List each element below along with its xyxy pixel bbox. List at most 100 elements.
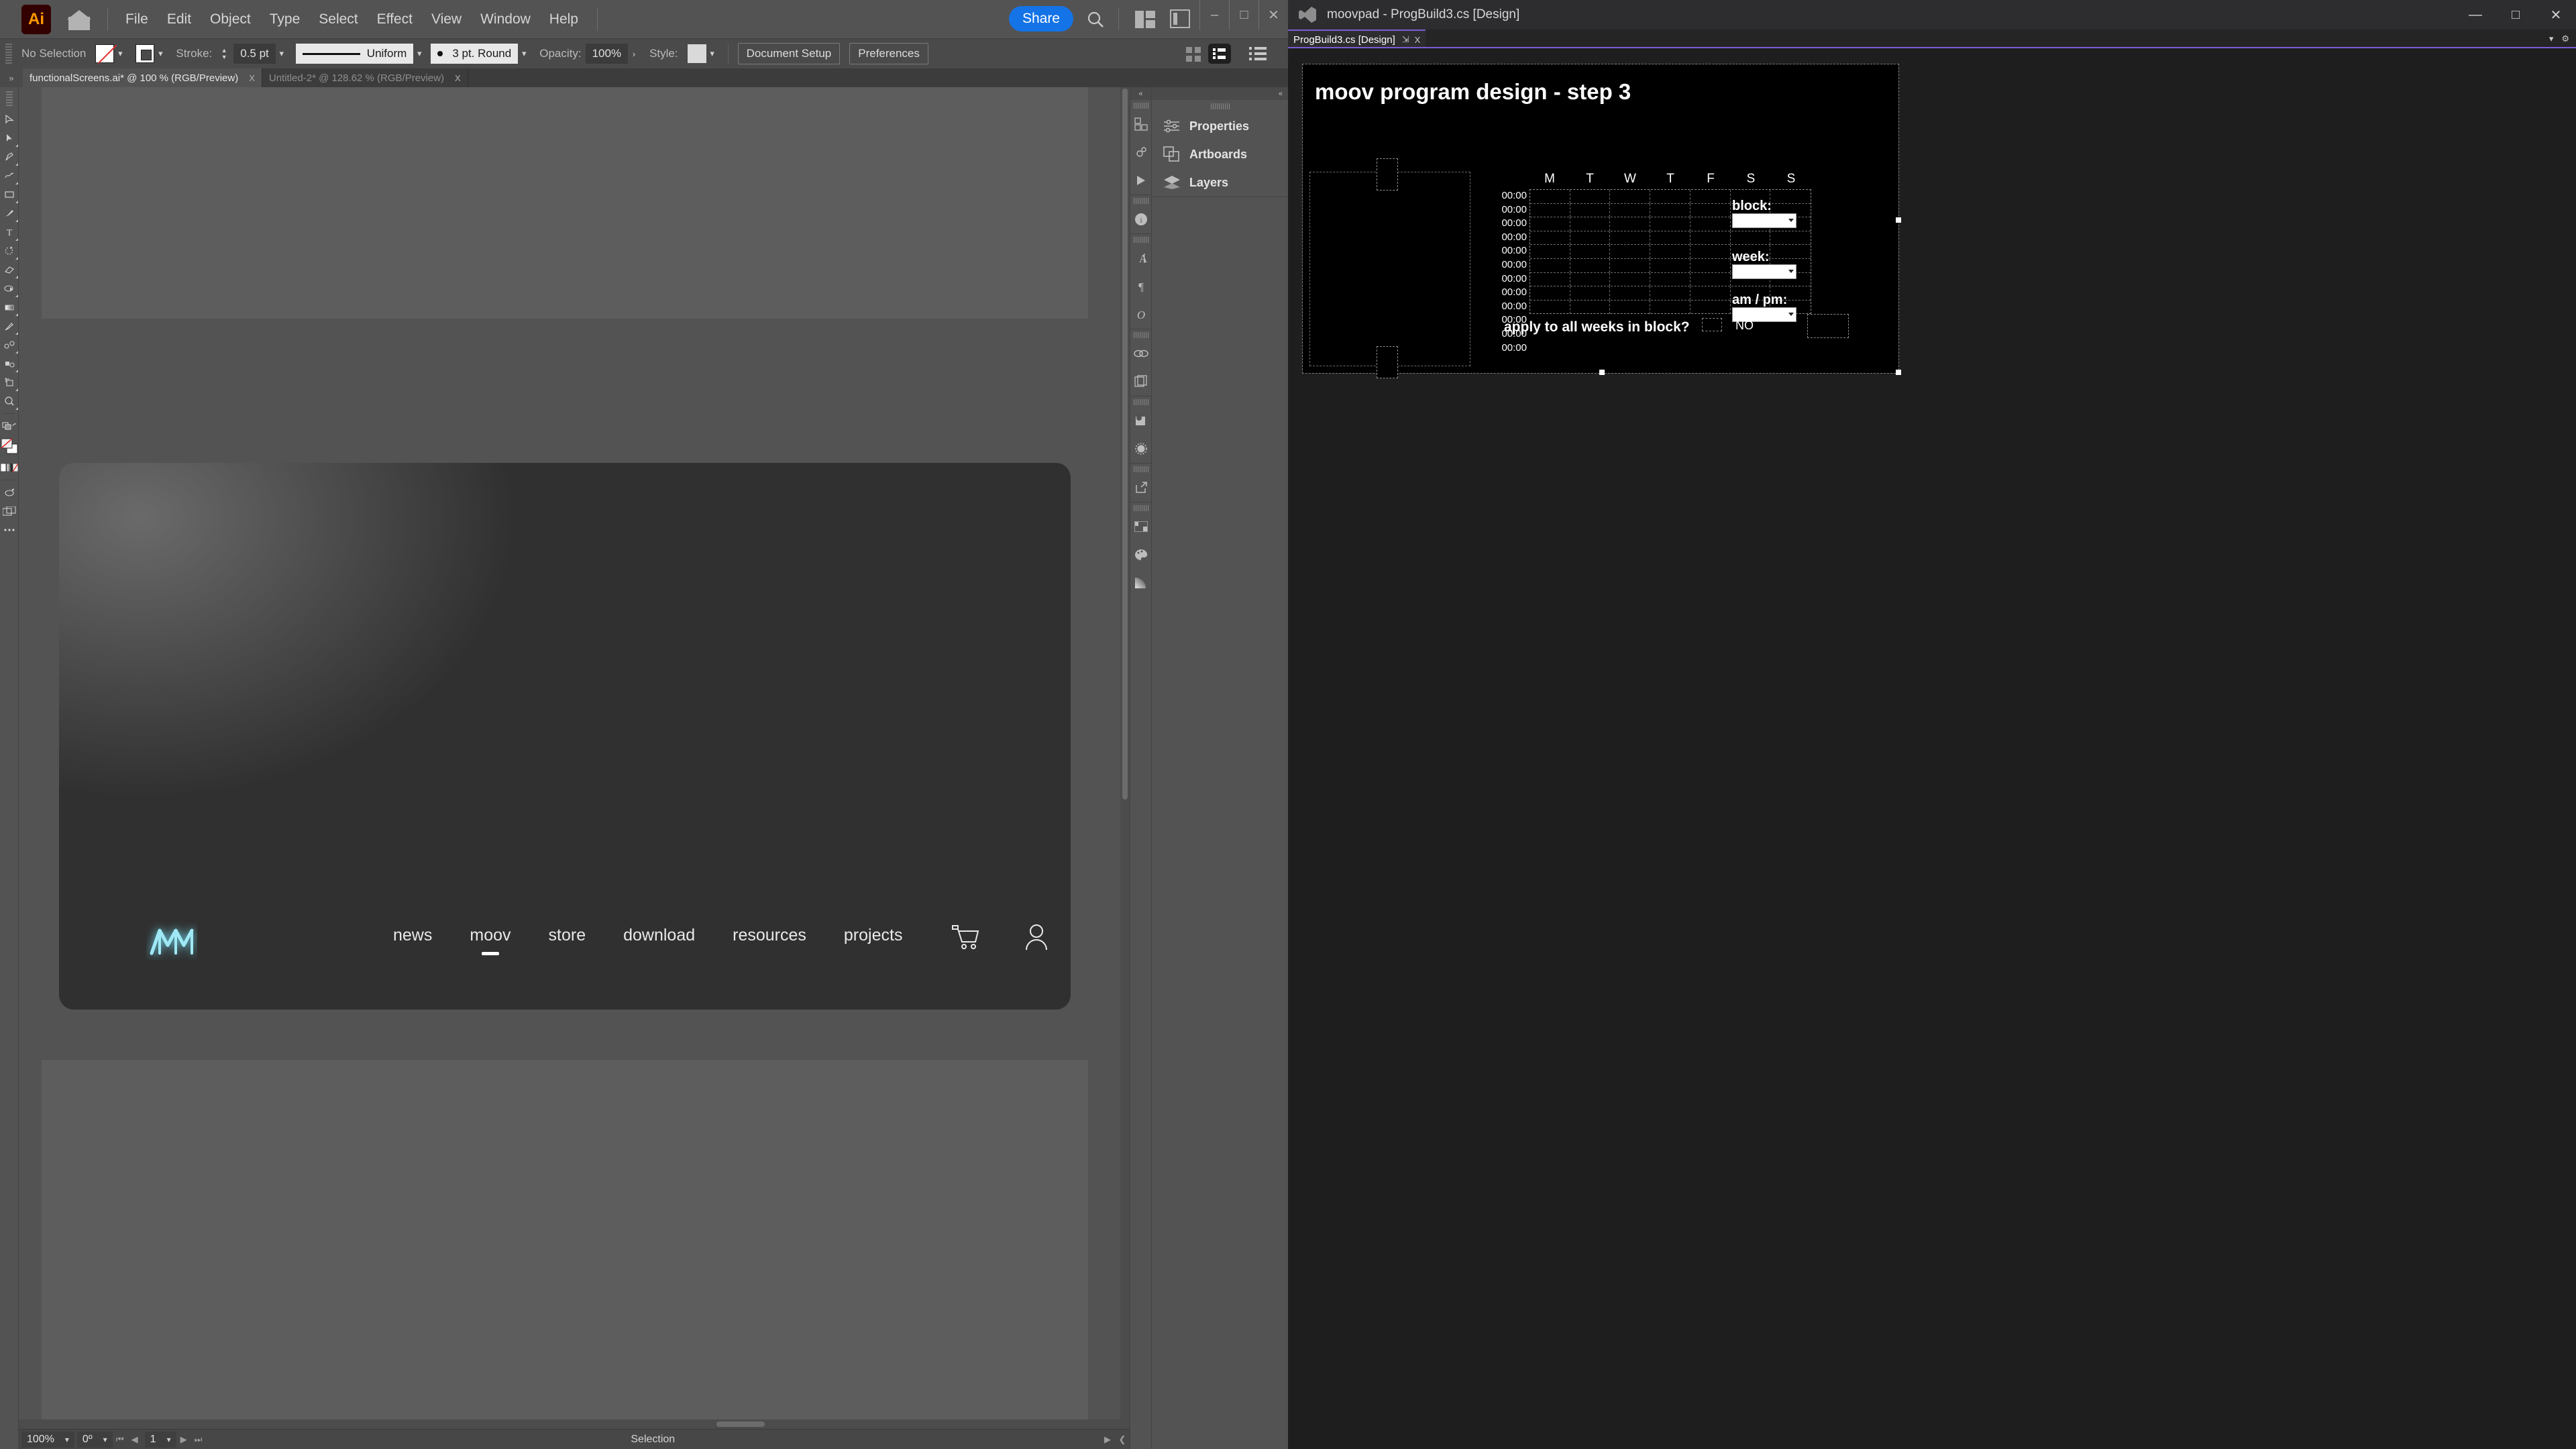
rail-grip[interactable] <box>1133 332 1148 338</box>
form-left-panel-control[interactable] <box>1309 172 1470 366</box>
artboard-tool-icon[interactable] <box>0 373 19 392</box>
form-schedule-cell[interactable] <box>1530 217 1570 231</box>
tools-panel-grip[interactable] <box>5 91 13 106</box>
canvas-vertical-scrollbar[interactable] <box>1120 87 1130 1429</box>
form-schedule-cell[interactable] <box>1650 272 1690 286</box>
gear-icon[interactable]: ⚙ <box>2561 34 2569 44</box>
export-rail-icon[interactable] <box>1130 474 1152 502</box>
rotation-chevron-icon[interactable]: ▾ <box>97 1431 113 1448</box>
menu-type[interactable]: Type <box>260 7 310 32</box>
curvature-tool-icon[interactable] <box>0 166 19 185</box>
status-expand-icon[interactable]: ▶ <box>1100 1432 1115 1448</box>
scrollbar-thumb[interactable] <box>716 1421 765 1427</box>
form-schedule-cell[interactable] <box>1610 245 1651 258</box>
block-combobox[interactable] <box>1732 213 1796 228</box>
home-icon[interactable] <box>66 6 93 33</box>
form-resize-handle-bottom[interactable] <box>1599 370 1605 375</box>
prev-artboard-icon[interactable]: ◀ <box>127 1432 142 1448</box>
vs-document-tab[interactable]: ProgBuild3.cs [Design] ⇲ X <box>1288 30 1426 48</box>
drawing-mode-icon[interactable] <box>0 483 19 502</box>
gradient-rail-icon[interactable] <box>1130 569 1152 597</box>
artboard-number-field[interactable]: 1 <box>144 1431 162 1448</box>
week-combobox[interactable] <box>1732 264 1796 279</box>
form-control-handle-top[interactable] <box>1377 158 1398 191</box>
shape-builder-tool-icon[interactable] <box>0 279 19 298</box>
rail-grip[interactable] <box>1133 237 1148 243</box>
panel-item-artboards[interactable]: Artboards <box>1152 140 1288 168</box>
opacity-expand-icon[interactable]: › <box>628 44 640 63</box>
form-schedule-cell[interactable] <box>1610 272 1651 286</box>
form-schedule-cell[interactable] <box>1690 217 1731 231</box>
type-tool-icon[interactable]: T <box>0 223 19 241</box>
form-schedule-cell[interactable] <box>1610 203 1651 217</box>
maximize-button[interactable]: □ <box>1229 0 1258 30</box>
pathfinder-rail-icon[interactable] <box>1130 407 1152 435</box>
rail-grip[interactable] <box>1133 466 1148 472</box>
rotate-tool-icon[interactable] <box>0 241 19 260</box>
form-schedule-cell[interactable] <box>1650 190 1690 203</box>
form-schedule-row[interactable] <box>1530 231 1811 246</box>
menu-object[interactable]: Object <box>201 7 260 32</box>
stroke-weight-chevron-icon[interactable]: ▾ <box>276 44 288 63</box>
nav-link-moov[interactable]: moov <box>451 926 529 945</box>
panel-item-properties[interactable]: Properties <box>1152 112 1288 140</box>
form-schedule-cell[interactable] <box>1530 300 1570 315</box>
form-schedule-cell[interactable] <box>1650 258 1690 272</box>
rail-grip[interactable] <box>1133 505 1148 511</box>
apply-all-weeks-checkbox[interactable] <box>1702 318 1722 331</box>
form-schedule-cell[interactable] <box>1650 217 1690 231</box>
form-schedule-cell[interactable] <box>1610 258 1651 272</box>
color-palette-rail-icon[interactable] <box>1130 541 1152 569</box>
illustrator-canvas[interactable]: news moov store download resources proje… <box>19 87 1130 1429</box>
form-schedule-cell[interactable] <box>1690 245 1731 258</box>
fill-dropdown-chevron-icon[interactable]: ▾ <box>114 44 126 63</box>
form-schedule-cell[interactable] <box>1690 286 1731 300</box>
form-schedule-cell[interactable] <box>1690 272 1731 286</box>
transparency-rail-icon[interactable] <box>1130 435 1152 463</box>
brush-definition-select[interactable]: 3 pt. Round <box>431 44 519 64</box>
nav-link-news[interactable]: news <box>374 926 451 945</box>
form-schedule-cell[interactable] <box>1650 231 1690 245</box>
swatches-rail-icon[interactable] <box>1130 513 1152 541</box>
zoom-level-field[interactable]: 100% <box>21 1431 60 1448</box>
settings-gear-rail-icon[interactable] <box>1130 138 1152 166</box>
form-schedule-cell[interactable] <box>1690 231 1731 245</box>
control-bar-grip[interactable] <box>5 44 12 64</box>
nav-link-resources[interactable]: resources <box>714 926 825 945</box>
eyedropper-tool-icon[interactable] <box>0 317 19 335</box>
align-grid-icon[interactable] <box>1186 47 1201 62</box>
menu-select[interactable]: Select <box>309 7 367 32</box>
stroke-profile-select[interactable]: Uniform <box>295 44 414 64</box>
links-rail-icon[interactable] <box>1130 339 1152 368</box>
screen-mode-icon[interactable] <box>0 502 19 521</box>
form-schedule-cell[interactable] <box>1530 286 1570 300</box>
form-schedule-cell[interactable] <box>1610 217 1651 231</box>
vs-design-surface[interactable]: moov program design - step 3 M T W T F S… <box>1288 48 2576 1449</box>
rail-grip[interactable] <box>1133 103 1148 109</box>
form-schedule-cell[interactable] <box>1650 286 1690 300</box>
minimize-button[interactable]: – <box>1199 0 1229 30</box>
graphic-style-swatch[interactable] <box>687 44 706 63</box>
tab-close-icon[interactable]: X <box>455 73 461 83</box>
panel-collapse-chevron-icon[interactable]: « <box>1152 87 1288 100</box>
search-icon[interactable] <box>1085 9 1106 30</box>
form-schedule-cell[interactable] <box>1530 190 1570 203</box>
form-schedule-cell[interactable] <box>1570 190 1611 203</box>
eraser-tool-icon[interactable] <box>0 260 19 279</box>
status-collapse-icon[interactable]: ❮ <box>1115 1432 1130 1448</box>
form-schedule-cell[interactable] <box>1570 272 1611 286</box>
close-button[interactable]: ✕ <box>1258 0 1288 30</box>
paintbrush-tool-icon[interactable] <box>0 204 19 223</box>
brush-definition-chevron-icon[interactable]: ▾ <box>518 44 530 63</box>
form-schedule-cell[interactable] <box>1570 286 1611 300</box>
form-schedule-cell[interactable] <box>1570 231 1611 245</box>
stroke-weight-stepper[interactable]: ▲ ▼ <box>219 44 229 64</box>
nav-link-store[interactable]: store <box>530 926 605 945</box>
form-schedule-cell[interactable] <box>1690 258 1731 272</box>
character-rail-icon[interactable]: A <box>1130 244 1152 272</box>
artboard-moov-program-screen[interactable]: news moov store download resources proje… <box>59 463 1071 1010</box>
tab-close-icon[interactable]: X <box>1415 35 1421 45</box>
form-schedule-cell[interactable] <box>1530 272 1570 286</box>
blend-tool-icon[interactable] <box>0 335 19 354</box>
form-schedule-cell[interactable] <box>1610 231 1651 245</box>
